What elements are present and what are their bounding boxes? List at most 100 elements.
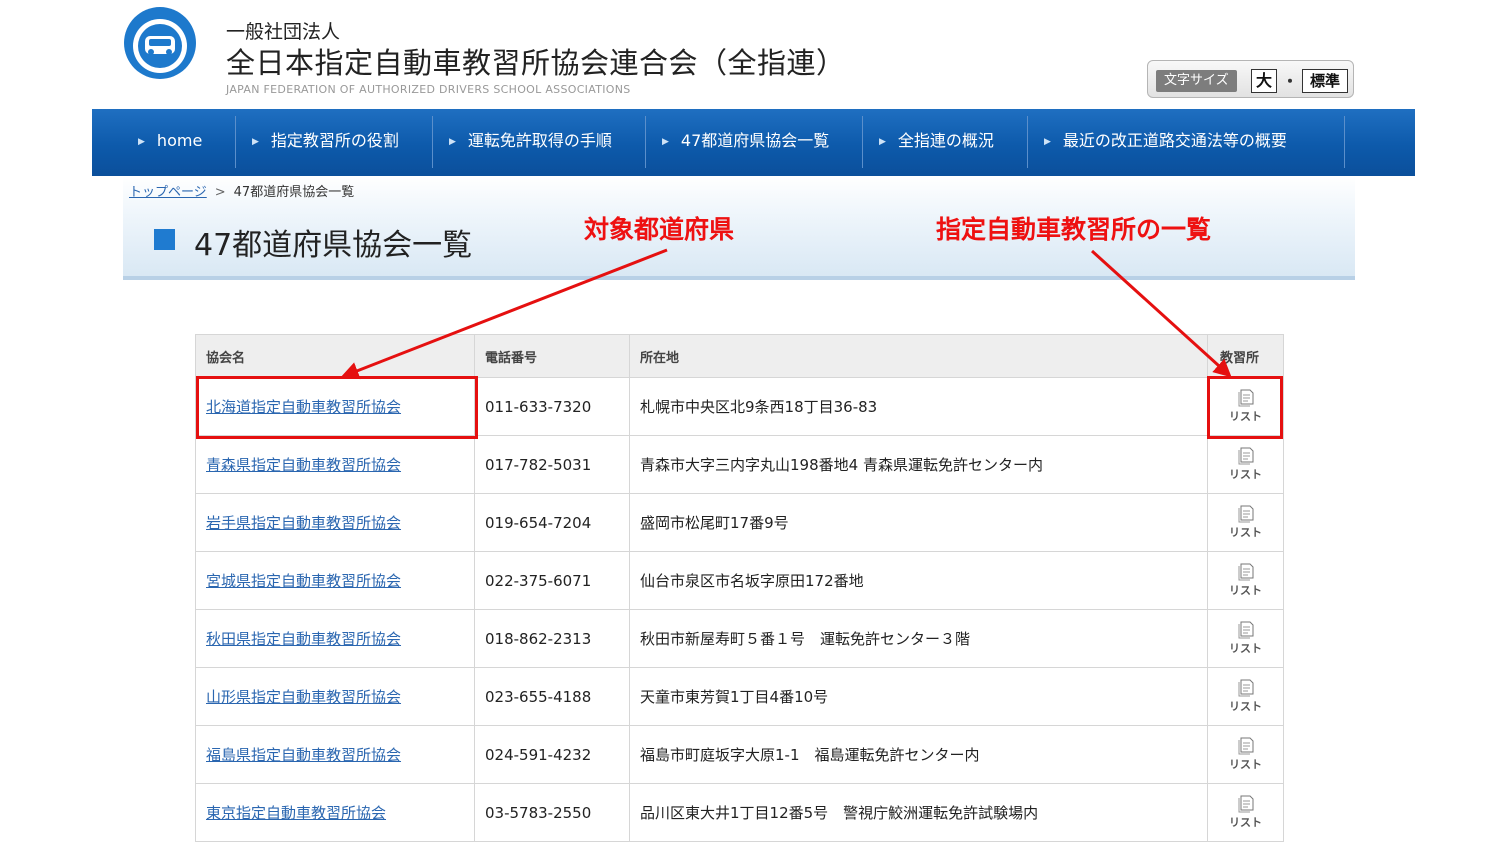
table-row: 宮城県指定自動車教習所協会 022-375-6071 仙台市泉区市名坂字原田172番… bbox=[195, 551, 1284, 610]
list-label: リスト bbox=[1229, 758, 1262, 771]
list-cell: リスト bbox=[1207, 609, 1284, 668]
car-logo-icon[interactable] bbox=[123, 6, 197, 80]
font-size-large-button[interactable]: 大 bbox=[1251, 69, 1277, 93]
list-cell: リスト bbox=[1207, 551, 1284, 610]
address-cell: 品川区東大井1丁目12番5号 警視庁鮫洲運転免許試験場内 bbox=[629, 783, 1208, 842]
list-label: リスト bbox=[1229, 816, 1262, 829]
document-list-icon bbox=[1238, 795, 1253, 813]
annotation-prefecture: 対象都道府県 bbox=[584, 215, 735, 244]
org-name[interactable]: 全日本指定自動車教習所協会連合会（全指連） bbox=[226, 40, 846, 82]
phone-cell: 018-862-2313 bbox=[474, 609, 630, 668]
school-list-button[interactable]: リスト bbox=[1229, 621, 1263, 656]
nav-divider bbox=[235, 116, 236, 168]
list-cell: リスト bbox=[1207, 667, 1284, 726]
breadcrumb-home-link[interactable]: トップページ bbox=[129, 185, 207, 200]
address-cell: 秋田市新屋寿町５番１号 運転免許センター３階 bbox=[629, 609, 1208, 668]
list-cell: リスト bbox=[1207, 493, 1284, 552]
document-list-icon bbox=[1238, 737, 1253, 755]
association-name-cell: 山形県指定自動車教習所協会 bbox=[195, 667, 475, 726]
nav-divider bbox=[645, 116, 646, 168]
page-title: 47都道府県協会一覧 bbox=[194, 228, 473, 263]
school-list-button[interactable]: リスト bbox=[1229, 563, 1263, 598]
address-cell: 青森市大字三内字丸山198番地4 青森県運転免許センター内 bbox=[629, 435, 1208, 494]
association-name-cell: 東京指定自動車教習所協会 bbox=[195, 783, 475, 842]
phone-cell: 019-654-7204 bbox=[474, 493, 630, 552]
phone-cell: 024-591-4232 bbox=[474, 725, 630, 784]
table-row: 東京指定自動車教習所協会 03-5783-2550 品川区東大井1丁目12番5号 警… bbox=[195, 783, 1284, 842]
table-row: 山形県指定自動車教習所協会 023-655-4188 天童市東芳賀1丁目4番10号リ… bbox=[195, 667, 1284, 726]
triangle-right-icon: ▶ bbox=[252, 137, 259, 147]
school-list-button[interactable]: リスト bbox=[1229, 447, 1263, 482]
column-header-phone: 電話番号 bbox=[474, 334, 630, 378]
nav-item-home[interactable]: ▶ home bbox=[138, 109, 202, 176]
association-name-link[interactable]: 東京指定自動車教習所協会 bbox=[206, 804, 386, 822]
table-row: 岩手県指定自動車教習所協会 019-654-7204 盛岡市松尾町17番9号リスト bbox=[195, 493, 1284, 552]
association-name-link[interactable]: 福島県指定自動車教習所協会 bbox=[206, 746, 401, 764]
font-size-label: 文字サイズ bbox=[1156, 70, 1237, 92]
document-list-icon bbox=[1238, 563, 1253, 581]
triangle-right-icon: ▶ bbox=[138, 137, 145, 147]
list-label: リスト bbox=[1229, 526, 1262, 539]
triangle-right-icon: ▶ bbox=[879, 137, 886, 147]
column-header-address: 所在地 bbox=[629, 334, 1208, 378]
list-cell: リスト bbox=[1207, 783, 1284, 842]
annotation-school-list: 指定自動車教習所の一覧 bbox=[936, 215, 1212, 244]
nav-item-overview[interactable]: ▶ 全指連の概況 bbox=[879, 109, 994, 176]
nav-item-traffic-law[interactable]: ▶ 最近の改正道路交通法等の概要 bbox=[1044, 109, 1287, 176]
nav-divider bbox=[862, 116, 863, 168]
column-header-list: 教習所 bbox=[1207, 334, 1284, 378]
font-size-separator: ・ bbox=[1282, 72, 1299, 91]
org-english-name: JAPAN FEDERATION OF AUTHORIZED DRIVERS S… bbox=[226, 83, 631, 96]
table-row: 福島県指定自動車教習所協会 024-591-4232 福島市町庭坂字大原1-1 福島… bbox=[195, 725, 1284, 784]
school-list-button[interactable]: リスト bbox=[1229, 737, 1263, 772]
document-list-icon bbox=[1238, 679, 1253, 697]
school-list-button[interactable]: リスト bbox=[1229, 505, 1263, 540]
address-cell: 盛岡市松尾町17番9号 bbox=[629, 493, 1208, 552]
phone-cell: 03-5783-2550 bbox=[474, 783, 630, 842]
document-list-icon bbox=[1238, 447, 1253, 465]
breadcrumb-separator: > bbox=[214, 185, 226, 200]
association-name-cell: 岩手県指定自動車教習所協会 bbox=[195, 493, 475, 552]
triangle-right-icon: ▶ bbox=[449, 137, 456, 147]
breadcrumb: トップページ >47都道府県協会一覧 bbox=[129, 181, 354, 200]
association-name-link[interactable]: 宮城県指定自動車教習所協会 bbox=[206, 572, 401, 590]
nav-item-prefecture-list[interactable]: ▶ 47都道府県協会一覧 bbox=[662, 109, 829, 176]
nav-label: 最近の改正道路交通法等の概要 bbox=[1062, 131, 1287, 150]
document-list-icon bbox=[1238, 621, 1253, 639]
nav-label: 運転免許取得の手順 bbox=[467, 131, 612, 150]
nav-divider bbox=[1027, 116, 1028, 168]
phone-cell: 023-655-4188 bbox=[474, 667, 630, 726]
list-cell: リスト bbox=[1207, 725, 1284, 784]
nav-item-role[interactable]: ▶ 指定教習所の役割 bbox=[252, 109, 399, 176]
list-label: リスト bbox=[1229, 468, 1262, 481]
school-list-button[interactable]: リスト bbox=[1229, 679, 1263, 714]
main-nav: ▶ home ▶ 指定教習所の役割 ▶ 運転免許取得の手順 ▶ 47都道府県協会一覧 ▶… bbox=[92, 109, 1415, 176]
document-list-icon bbox=[1238, 505, 1253, 523]
list-label: リスト bbox=[1229, 584, 1262, 597]
nav-divider bbox=[432, 116, 433, 168]
school-list-button[interactable]: リスト bbox=[1229, 795, 1263, 830]
association-name-link[interactable]: 秋田県指定自動車教習所協会 bbox=[206, 630, 401, 648]
nav-item-license-steps[interactable]: ▶ 運転免許取得の手順 bbox=[449, 109, 612, 176]
association-name-cell: 福島県指定自動車教習所協会 bbox=[195, 725, 475, 784]
association-name-link[interactable]: 岩手県指定自動車教習所協会 bbox=[206, 514, 401, 532]
triangle-right-icon: ▶ bbox=[662, 137, 669, 147]
address-cell: 仙台市泉区市名坂字原田172番地 bbox=[629, 551, 1208, 610]
address-cell: 福島市町庭坂字大原1-1 福島運転免許センター内 bbox=[629, 725, 1208, 784]
association-name-link[interactable]: 青森県指定自動車教習所協会 bbox=[206, 456, 401, 474]
address-cell: 天童市東芳賀1丁目4番10号 bbox=[629, 667, 1208, 726]
association-name-cell: 秋田県指定自動車教習所協会 bbox=[195, 609, 475, 668]
nav-label: 指定教習所の役割 bbox=[270, 131, 399, 150]
phone-cell: 022-375-6071 bbox=[474, 551, 630, 610]
nav-label: 47都道府県協会一覧 bbox=[680, 131, 830, 150]
phone-cell: 017-782-5031 bbox=[474, 435, 630, 494]
nav-label: 全指連の概況 bbox=[897, 131, 994, 150]
nav-label: home bbox=[156, 131, 203, 150]
association-name-link[interactable]: 山形県指定自動車教習所協会 bbox=[206, 688, 401, 706]
list-label: リスト bbox=[1229, 642, 1262, 655]
font-size-standard-button[interactable]: 標準 bbox=[1302, 69, 1348, 93]
phone-cell: 011-633-7320 bbox=[474, 377, 630, 436]
address-cell: 札幌市中央区北9条西18丁目36-83 bbox=[629, 377, 1208, 436]
highlight-list-box bbox=[1207, 376, 1283, 439]
title-square-icon bbox=[154, 229, 175, 250]
